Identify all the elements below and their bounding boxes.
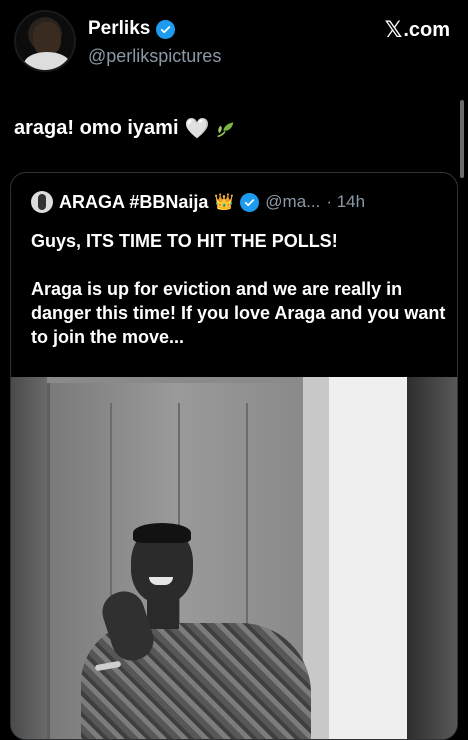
- scrollbar[interactable]: [460, 100, 464, 178]
- person-hair: [133, 523, 191, 543]
- quoted-photo[interactable]: [11, 377, 457, 739]
- quoted-paragraph-1: Guys, ITS TIME TO HIT THE POLLS!: [31, 231, 338, 251]
- person-neck: [147, 599, 179, 629]
- avatar-shirt: [24, 52, 70, 70]
- brand-watermark: 𝕏 .com: [385, 18, 450, 43]
- photo-edge-right: [407, 377, 457, 739]
- x-logo-icon: 𝕏: [384, 18, 403, 43]
- author-avatar[interactable]: [14, 10, 76, 72]
- tweet-text: araga! omo iyami 🤍: [14, 116, 235, 141]
- photo-wall-right: [329, 377, 407, 739]
- quoted-body: Guys, ITS TIME TO HIT THE POLLS! Araga i…: [31, 229, 451, 373]
- author-handle[interactable]: @perlikspictures: [88, 46, 221, 67]
- quoted-tweet[interactable]: ARAGA #BBNaija 👑 @ma... · 14h Guys, ITS …: [10, 172, 458, 740]
- verified-badge-icon: [156, 19, 176, 39]
- brand-label: .com: [403, 19, 450, 41]
- tweet-body: araga! omo iyami: [14, 117, 179, 139]
- quoted-timestamp: · 14h: [326, 192, 366, 211]
- leaf-icon: [217, 121, 234, 137]
- quoted-paragraph-2: Araga is up for eviction and we are real…: [31, 279, 446, 347]
- photo-wall-left: [11, 377, 47, 739]
- author-name-row: Perliks: [88, 18, 176, 40]
- quoted-display-name[interactable]: ARAGA #BBNaija: [59, 192, 208, 213]
- quoted-avatar[interactable]: [31, 191, 53, 213]
- tweet-header: Perliks @perlikspictures 𝕏 .com: [14, 10, 454, 76]
- quoted-header: ARAGA #BBNaija 👑 @ma... · 14h: [31, 191, 365, 213]
- avatar-face: [33, 22, 61, 56]
- crown-icon: 👑: [214, 194, 235, 211]
- quoted-handle[interactable]: @ma...: [265, 192, 320, 212]
- author-display-name[interactable]: Perliks: [88, 18, 150, 40]
- white-heart-icon: 🤍: [184, 118, 210, 140]
- verified-badge-icon: [240, 192, 260, 212]
